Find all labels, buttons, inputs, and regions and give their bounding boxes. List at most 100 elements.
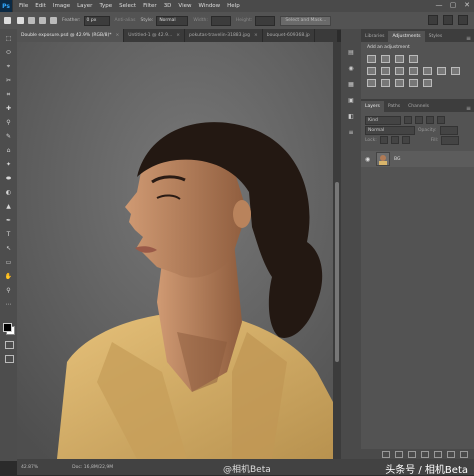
doc-tab-bouquet[interactable]: bouquet-609368.jp: [263, 29, 315, 42]
new-adjustment-icon[interactable]: [421, 450, 429, 458]
menu-filter[interactable]: Filter: [143, 3, 157, 9]
style-select[interactable]: Normal: [156, 15, 189, 26]
search-icon[interactable]: [428, 15, 438, 25]
marquee-tool-icon[interactable]: [4, 17, 11, 24]
layers-menu-icon[interactable]: ≡: [466, 105, 474, 112]
foreground-color-swatch[interactable]: [3, 323, 12, 332]
quick-select-tool-icon[interactable]: ✂: [4, 77, 13, 84]
pen-tool-icon[interactable]: ✒: [4, 217, 13, 224]
quick-mask-icon[interactable]: [5, 341, 14, 349]
history-brush-tool-icon[interactable]: ✦: [4, 161, 13, 168]
subtract-selection-icon[interactable]: [39, 17, 46, 24]
dodge-tool-icon[interactable]: ▲: [4, 203, 13, 210]
tab-styles[interactable]: Styles: [425, 31, 447, 42]
trash-icon[interactable]: [460, 450, 468, 458]
doc-size[interactable]: Doc: 16,8M/22,9M: [72, 465, 113, 470]
zoom-tool-icon[interactable]: ⚲: [4, 287, 13, 294]
close-tab-icon[interactable]: ×: [115, 33, 119, 38]
menu-window[interactable]: Window: [198, 3, 220, 9]
workspace-icon[interactable]: [443, 15, 453, 25]
menu-edit[interactable]: Edit: [35, 3, 46, 9]
color-panel-icon[interactable]: ◉: [347, 65, 355, 72]
doc-tab-pokutas[interactable]: pokutas-travelin-31883.jpg ×: [185, 29, 263, 42]
select-and-mask-button[interactable]: Select and Mask...: [280, 15, 332, 26]
gradient-map-icon[interactable]: [423, 79, 432, 87]
width-input[interactable]: [210, 15, 231, 26]
feather-input[interactable]: 0 px: [83, 15, 110, 26]
gradient-tool-icon[interactable]: ◐: [4, 189, 13, 196]
posterize-icon[interactable]: [381, 79, 390, 87]
clone-stamp-tool-icon[interactable]: ⌂: [4, 147, 13, 154]
black-white-icon[interactable]: [409, 67, 418, 75]
levels-icon[interactable]: [381, 55, 390, 63]
layer-kind-filter[interactable]: Kind: [365, 115, 401, 125]
tab-channels[interactable]: Channels: [404, 101, 433, 112]
type-tool-icon[interactable]: T: [4, 231, 13, 238]
shape-tool-icon[interactable]: ▭: [4, 259, 13, 266]
brightness-contrast-icon[interactable]: [367, 55, 376, 63]
filter-shape-icon[interactable]: [437, 116, 445, 124]
menu-image[interactable]: Image: [53, 3, 70, 9]
document-canvas[interactable]: [17, 42, 333, 459]
menu-file[interactable]: File: [19, 3, 28, 9]
doc-tab-untitled[interactable]: Untitled-1 @ 42.9... ×: [124, 29, 186, 42]
menu-3d[interactable]: 3D: [164, 3, 172, 9]
blend-mode-select[interactable]: Normal: [365, 125, 415, 135]
antialias-label[interactable]: Anti-alias: [115, 18, 136, 23]
curves-icon[interactable]: [395, 55, 404, 63]
filter-adjustment-icon[interactable]: [415, 116, 423, 124]
tab-layers[interactable]: Layers: [361, 101, 384, 112]
channel-mixer-icon[interactable]: [437, 67, 446, 75]
canvas-vertical-scrollbar[interactable]: [333, 42, 341, 459]
eyedropper-tool-icon[interactable]: ✚: [4, 105, 13, 112]
hue-saturation-icon[interactable]: [381, 67, 390, 75]
link-layers-icon[interactable]: [382, 450, 390, 458]
add-selection-icon[interactable]: [28, 17, 35, 24]
filter-type-icon[interactable]: [426, 116, 434, 124]
history-panel-icon[interactable]: ▤: [347, 49, 355, 56]
brush-tool-icon[interactable]: ✎: [4, 133, 13, 140]
panel-menu-icon[interactable]: ≡: [466, 35, 474, 42]
threshold-icon[interactable]: [395, 79, 404, 87]
close-icon[interactable]: ✕: [462, 1, 472, 10]
tab-adjustments[interactable]: Adjustments: [388, 31, 425, 42]
height-input[interactable]: [255, 15, 276, 26]
maximize-icon[interactable]: ▢: [448, 1, 458, 10]
lock-pixels-icon[interactable]: [379, 136, 388, 144]
properties-panel-icon[interactable]: ▣: [347, 97, 355, 104]
color-lookup-icon[interactable]: [451, 67, 460, 75]
color-balance-icon[interactable]: [395, 67, 404, 75]
tab-paths[interactable]: Paths: [384, 101, 404, 112]
lasso-tool-icon[interactable]: ⌖: [4, 63, 13, 70]
eraser-tool-icon[interactable]: ⬬: [4, 175, 13, 182]
close-tab-icon[interactable]: ×: [254, 33, 258, 38]
zoom-level[interactable]: 42.87%: [21, 465, 38, 470]
eye-icon[interactable]: ◉: [365, 156, 372, 163]
lock-all-icon[interactable]: [401, 136, 410, 144]
layer-row-bg[interactable]: ◉ BG: [361, 151, 474, 167]
swatches-panel-icon[interactable]: ▦: [347, 81, 355, 88]
filter-pixel-icon[interactable]: [404, 116, 412, 124]
fx-icon[interactable]: [395, 450, 403, 458]
close-tab-icon[interactable]: ×: [176, 33, 180, 38]
color-swatches[interactable]: [3, 323, 15, 335]
doc-tab-double-exposure[interactable]: Double exposure.psd @ 42.9% (RGB/8)* ×: [17, 29, 125, 42]
paragraph-panel-icon[interactable]: ≡: [347, 129, 355, 136]
menu-layer[interactable]: Layer: [77, 3, 92, 9]
vibrance-icon[interactable]: [367, 67, 376, 75]
add-mask-icon[interactable]: [408, 450, 416, 458]
share-icon[interactable]: [458, 15, 468, 25]
lock-position-icon[interactable]: [390, 136, 399, 144]
move-tool-icon[interactable]: ⬚: [4, 35, 13, 42]
more-tools-icon[interactable]: ⋯: [4, 301, 13, 308]
scrollbar-thumb[interactable]: [335, 182, 339, 362]
new-group-icon[interactable]: [434, 450, 442, 458]
selective-color-icon[interactable]: [409, 79, 418, 87]
invert-icon[interactable]: [367, 79, 376, 87]
screen-mode-icon[interactable]: [5, 355, 14, 363]
new-selection-icon[interactable]: [17, 17, 24, 24]
brush-panel-icon[interactable]: ◧: [347, 113, 355, 120]
menu-type[interactable]: Type: [99, 3, 112, 9]
hand-tool-icon[interactable]: ✋: [4, 273, 13, 280]
exposure-icon[interactable]: [409, 55, 418, 63]
